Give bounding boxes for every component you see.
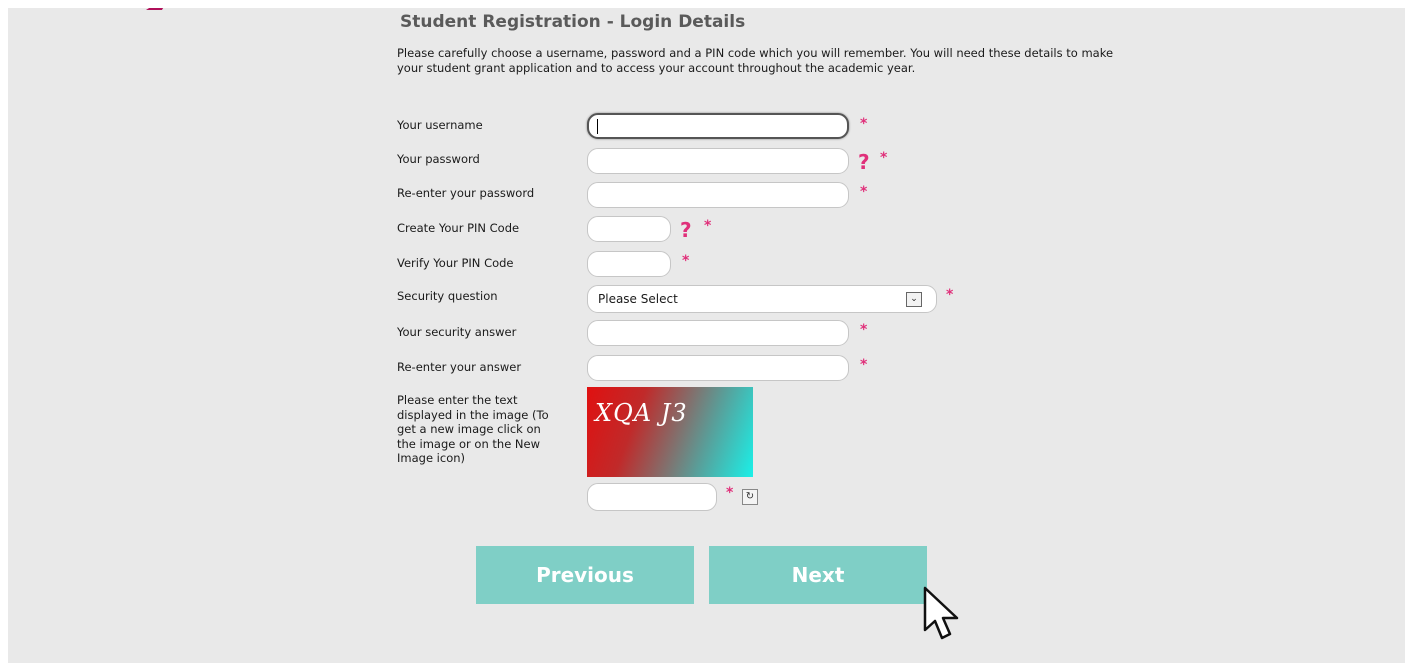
next-button[interactable]: Next (709, 546, 927, 604)
security-answer-label: Your security answer (397, 325, 517, 339)
verify-pin-label: Verify Your PIN Code (397, 256, 514, 270)
security-question-label: Security question (397, 289, 498, 303)
security-question-select[interactable]: Please Select ⌄ (587, 285, 937, 313)
security-answer-input[interactable] (587, 320, 849, 346)
verify-pin-input[interactable] (587, 251, 671, 277)
pin-help-icon[interactable]: ? (680, 218, 692, 242)
required-marker: * (946, 287, 954, 303)
chevron-down-icon[interactable]: ⌄ (906, 292, 922, 307)
username-label: Your username (397, 118, 483, 132)
required-marker: * (860, 357, 868, 373)
previous-button[interactable]: Previous (476, 546, 694, 604)
captcha-image[interactable]: XQA J3 (587, 387, 753, 477)
username-input[interactable] (587, 113, 849, 139)
required-marker: * (880, 150, 888, 166)
intro-text: Please carefully choose a username, pass… (397, 46, 1114, 75)
required-marker: * (860, 184, 868, 200)
password-input[interactable] (587, 148, 849, 174)
mouse-pointer-icon (923, 586, 959, 640)
required-marker: * (682, 253, 690, 269)
required-marker: * (726, 485, 734, 501)
text-caret (597, 119, 598, 134)
create-pin-input[interactable] (587, 216, 671, 242)
page-title: Student Registration - Login Details (400, 12, 746, 32)
security-question-value: Please Select (598, 292, 678, 306)
reenter-password-label: Re-enter your password (397, 186, 535, 200)
required-marker: * (704, 218, 712, 234)
reenter-answer-label: Re-enter your answer (397, 360, 522, 374)
required-marker: * (860, 116, 868, 132)
captcha-label: Please enter the text displayed in the i… (397, 393, 549, 465)
reenter-answer-input[interactable] (587, 355, 849, 381)
password-help-icon[interactable]: ? (858, 150, 870, 174)
create-pin-label: Create Your PIN Code (397, 221, 520, 235)
new-image-icon[interactable]: ↻ (742, 489, 758, 505)
password-label: Your password (397, 152, 480, 166)
reenter-password-input[interactable] (587, 182, 849, 208)
captcha-input[interactable] (587, 483, 717, 511)
required-marker: * (860, 322, 868, 338)
captcha-text: XQA J3 (595, 399, 688, 427)
